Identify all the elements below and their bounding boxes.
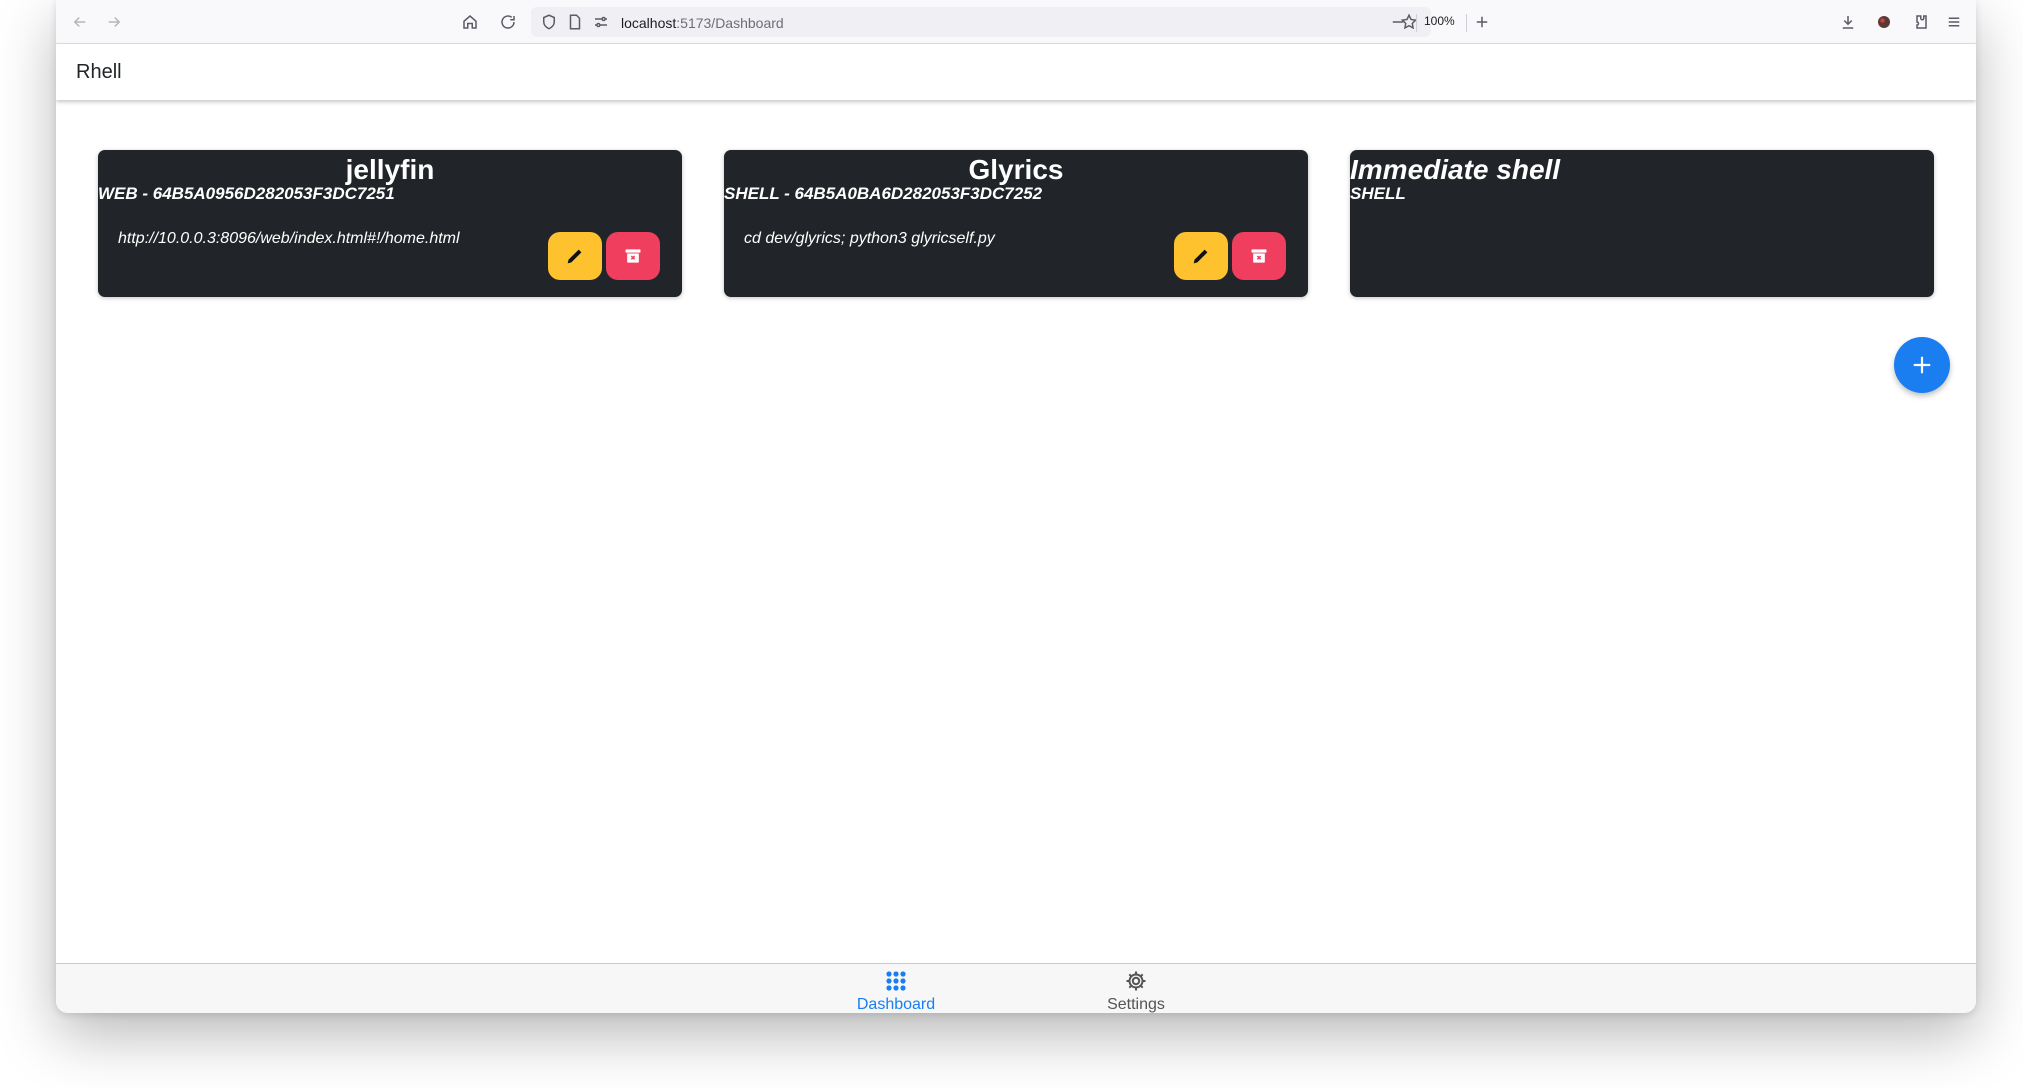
edit-button[interactable] [1174,232,1228,280]
back-arrow-icon[interactable] [68,10,92,34]
download-icon[interactable] [1836,10,1860,34]
zoom-in-icon[interactable] [1470,10,1494,34]
nav-dashboard-label: Dashboard [856,996,936,1013]
home-icon[interactable] [458,10,482,34]
url-text[interactable]: localhost:5173/Dashboard [621,15,784,31]
url-host: localhost [621,15,677,31]
card-subtitle: SHELL - 64B5A0BA6D282053F3DC7252 [724,184,1043,203]
bottom-navigation: Dashboard Settings [56,963,1976,1013]
card-subtitle: WEB - 64B5A0956D282053F3DC7251 [98,184,395,203]
nav-dashboard[interactable]: Dashboard [826,968,966,1013]
service-card-jellyfin[interactable]: jellyfin WEB - 64B5A0956D282053F3DC7251 … [98,150,682,297]
card-command: cd dev/glyrics; python3 glyricself.py [744,230,995,247]
delete-button[interactable] [606,232,660,280]
menu-hamburger-icon[interactable] [1942,10,1966,34]
forward-arrow-icon[interactable] [102,10,126,34]
nav-settings-label: Settings [1107,996,1165,1013]
extensions-icon[interactable] [1908,10,1932,34]
archive-delete-icon [1251,249,1267,263]
service-card-immediate-shell[interactable]: Immediate shell SHELL [1350,150,1934,297]
browser-toolbar: localhost:5173/Dashboard 100% [56,0,1976,44]
add-service-button[interactable] [1894,337,1950,393]
browser-window: localhost:5173/Dashboard 100% Rhell jell… [56,0,1976,1013]
zoom-out-icon[interactable] [1386,10,1410,34]
profile-avatar-icon[interactable] [1872,10,1896,34]
app-header: Rhell [56,44,1976,100]
card-title: Immediate shell [1350,154,1561,185]
permissions-icon[interactable] [589,10,613,34]
pencil-icon [1193,249,1208,264]
gear-icon [1126,971,1146,991]
card-title: jellyfin [345,154,435,185]
card-command: http://10.0.0.3:8096/web/index.html#!/ho… [118,230,460,247]
archive-delete-icon [625,249,641,263]
url-bar[interactable]: localhost:5173/Dashboard [531,7,1431,37]
pencil-icon [567,249,582,264]
grid-dots-icon [886,971,906,991]
card-title: Glyrics [968,154,1064,185]
shield-icon[interactable] [537,10,561,34]
nav-settings[interactable]: Settings [1066,968,1206,1013]
edit-button[interactable] [548,232,602,280]
url-path: :5173/Dashboard [676,15,784,31]
card-subtitle: SHELL [1350,184,1406,203]
app-title[interactable]: Rhell [76,61,122,84]
plus-icon [1913,356,1931,374]
zoom-divider [1466,14,1467,32]
page-icon [563,10,587,34]
service-card-glyrics[interactable]: Glyrics SHELL - 64B5A0BA6D282053F3DC7252… [724,150,1308,297]
delete-button[interactable] [1232,232,1286,280]
zoom-divider [1416,14,1417,32]
reload-icon[interactable] [496,10,520,34]
zoom-level[interactable]: 100% [1424,14,1455,28]
